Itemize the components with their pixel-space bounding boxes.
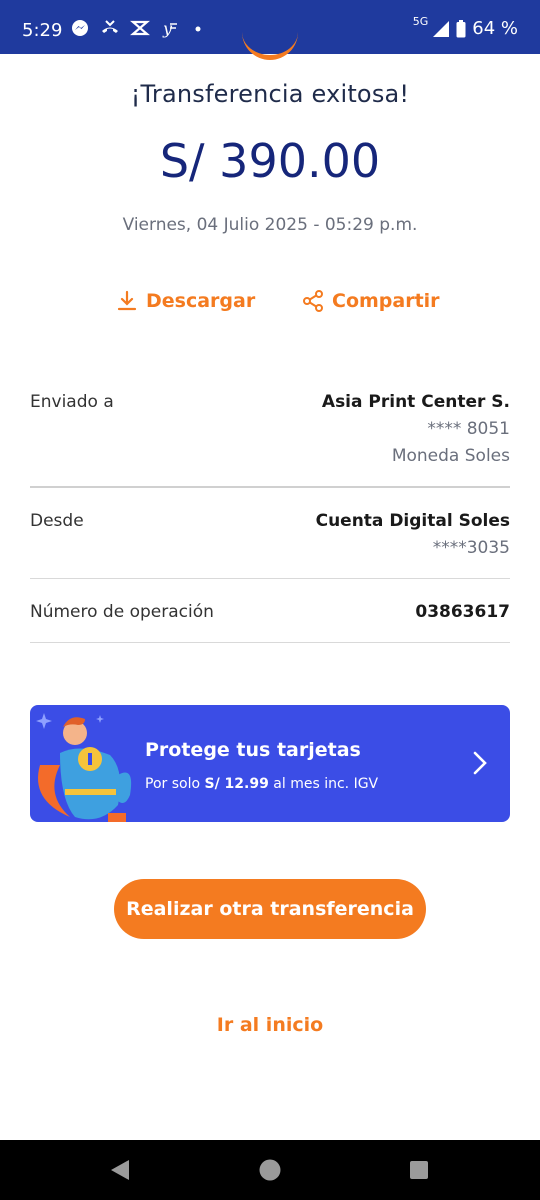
card-protection-banner[interactable]: Protege tus tarjetas Por solo S/ 12.99 a… — [30, 705, 510, 822]
share-label: Compartir — [332, 290, 440, 312]
share-button[interactable]: Compartir — [302, 290, 440, 312]
download-button[interactable]: Descargar — [116, 290, 255, 312]
promo-title: Protege tus tarjetas — [145, 739, 361, 761]
signal-icon — [433, 20, 450, 37]
promo-subtitle-suffix: al mes inc. IGV — [268, 776, 379, 792]
yape-icon: y — [162, 19, 177, 38]
transfer-amount: S/ 390.00 — [159, 134, 381, 188]
promo-price: S/ 12.99 — [204, 776, 269, 792]
divider — [30, 578, 510, 579]
messenger-icon — [72, 20, 88, 36]
from-account-number: ****3035 — [432, 538, 510, 558]
go-home-link[interactable]: Ir al inicio — [0, 1014, 540, 1036]
chevron-right-icon — [473, 751, 487, 775]
recipient-currency: Moneda Soles — [391, 446, 510, 466]
operation-number: 03863617 — [415, 602, 510, 622]
success-icon-arc — [242, 30, 298, 60]
sent-to-label: Enviado a — [30, 392, 114, 412]
missed-call-icon — [102, 20, 118, 33]
download-label: Descargar — [146, 290, 256, 312]
battery-level: 64 % — [472, 18, 518, 39]
recents-icon[interactable] — [409, 1159, 429, 1181]
recipient-name: Asia Print Center S. — [321, 392, 510, 412]
status-time: 5:29 — [22, 20, 63, 41]
divider — [30, 642, 510, 643]
system-icons: 5G 64 % — [412, 15, 518, 39]
network-label: 5G — [412, 15, 429, 28]
navigation-bar — [0, 1140, 540, 1200]
recipient-account: **** 8051 — [427, 419, 510, 439]
download-icon — [117, 290, 137, 311]
share-icon — [303, 290, 323, 312]
divider — [30, 486, 510, 488]
back-icon[interactable] — [109, 1159, 131, 1181]
operation-label: Número de operación — [30, 602, 214, 622]
capcut-icon — [130, 20, 150, 36]
battery-icon — [456, 19, 466, 37]
promo-subtitle-prefix: Por solo — [145, 776, 205, 792]
another-transfer-button[interactable]: Realizar otra transferencia — [114, 879, 426, 939]
home-icon[interactable] — [259, 1159, 281, 1181]
promo-subtitle: Por solo S/ 12.99 al mes inc. IGV — [145, 776, 378, 792]
notification-icons: y — [70, 18, 210, 38]
from-account-name: Cuenta Digital Soles — [315, 511, 510, 531]
from-label: Desde — [30, 511, 84, 531]
transfer-datetime: Viernes, 04 Julio 2025 - 05:29 p.m. — [122, 215, 418, 235]
dot-icon — [195, 26, 201, 32]
page-title: ¡Transferencia exitosa! — [130, 80, 410, 108]
superhero-illustration — [36, 713, 132, 822]
